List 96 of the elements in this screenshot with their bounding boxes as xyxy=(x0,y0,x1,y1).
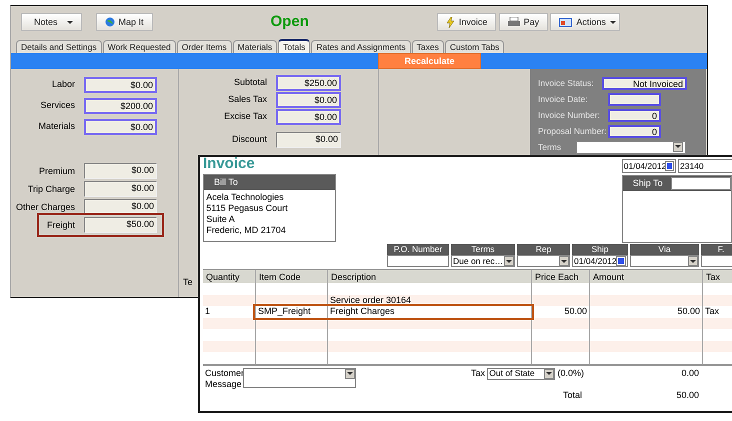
field-label: Proposal Number: xyxy=(538,126,608,136)
field-label: Labor xyxy=(50,79,75,90)
ship-to-field[interactable] xyxy=(670,177,731,190)
column-header: Tax xyxy=(703,270,732,283)
caret-icon xyxy=(546,372,552,375)
tab[interactable]: Materials xyxy=(232,40,278,53)
tab[interactable]: Custom Tabs xyxy=(444,40,504,53)
field-label: Discount xyxy=(230,134,267,145)
field-label: Tax xyxy=(471,368,486,379)
field-label: Premium xyxy=(38,166,75,176)
table-cell: Freight Charges xyxy=(328,306,532,318)
field-label: Materials xyxy=(37,121,75,132)
column-header: Ship xyxy=(572,244,628,255)
dropdown-field[interactable] xyxy=(630,255,699,267)
column-header: Rep xyxy=(517,244,570,255)
tax-dropdown[interactable]: Out of State xyxy=(487,368,556,380)
column-header: Description xyxy=(328,270,532,283)
section-header: Ship To xyxy=(632,177,664,190)
column-header: Via xyxy=(630,244,699,255)
column-header: Amount xyxy=(590,270,703,283)
map-button[interactable]: Map It xyxy=(96,13,153,31)
value-field[interactable]: $0.00 xyxy=(84,181,157,197)
column-header: F. xyxy=(701,244,732,255)
printer-icon xyxy=(508,17,520,27)
tab[interactable]: Work Requested xyxy=(102,40,176,53)
column-header: Terms xyxy=(451,244,515,255)
caret-icon xyxy=(561,260,567,262)
value-field[interactable]: $0.00 xyxy=(276,132,341,148)
column-header: Quantity xyxy=(203,270,256,283)
value-field[interactable]: $50.00 xyxy=(84,217,157,233)
value-field[interactable]: $0.00 xyxy=(276,108,341,124)
input-field[interactable] xyxy=(387,255,449,267)
value-field[interactable]: $0.00 xyxy=(276,92,341,108)
rate-text: (0.0%) xyxy=(558,368,584,379)
tab[interactable]: Taxes xyxy=(412,40,444,53)
actions-button[interactable]: Actions xyxy=(550,13,620,31)
value-field[interactable]: $0.00 xyxy=(84,118,157,134)
caret-icon xyxy=(347,372,353,375)
tab[interactable]: Details and Settings xyxy=(16,40,102,53)
field-label: Invoice Number: xyxy=(538,110,601,120)
dropdown-field[interactable] xyxy=(517,255,570,267)
table-cell: Service order 30164 xyxy=(328,294,532,306)
input-field[interactable] xyxy=(701,255,732,267)
date-field[interactable]: 01/04/2012 xyxy=(572,255,628,267)
value-field[interactable]: Not Invoiced xyxy=(602,76,687,90)
value-field[interactable]: 0 xyxy=(608,124,661,138)
field-label: Trip Charge xyxy=(26,184,75,194)
field-label: Terms xyxy=(538,142,562,152)
field-label: Freight xyxy=(46,220,75,230)
lightning-icon xyxy=(446,16,455,28)
field-label: Invoice Date: xyxy=(538,94,589,104)
caret-icon xyxy=(690,260,696,262)
tab[interactable]: Totals xyxy=(278,38,310,53)
field-label: Services xyxy=(39,100,75,111)
value-field[interactable]: $200.00 xyxy=(84,98,157,114)
field-label: Excise Tax xyxy=(223,111,267,122)
status-text: Open xyxy=(270,13,309,31)
field-label: Subtotal xyxy=(232,77,267,88)
field-label: Total xyxy=(563,390,582,400)
field-label: Sales Tax xyxy=(227,94,267,105)
field-label: Other Charges xyxy=(14,202,75,212)
field-label: Te xyxy=(183,277,193,288)
caret-icon xyxy=(610,20,616,24)
invoice-button[interactable]: Invoice xyxy=(436,13,496,31)
window-icon xyxy=(559,18,572,26)
dropdown-field[interactable]: Due on rec… xyxy=(451,255,515,267)
value-field[interactable]: $0.00 xyxy=(84,163,157,179)
tab[interactable]: Order Items xyxy=(176,40,232,53)
invoice-title: Invoice xyxy=(202,157,256,171)
column-header: Item Code xyxy=(256,270,328,283)
message-dropdown[interactable] xyxy=(243,368,356,388)
column-header: Price Each xyxy=(532,270,590,283)
caret-icon xyxy=(67,20,73,24)
globe-icon xyxy=(104,17,114,27)
date-field[interactable]: 01/04/2012 xyxy=(622,159,676,173)
value-field[interactable]: 0 xyxy=(608,108,661,122)
caret-icon xyxy=(506,260,512,262)
column-header: P.O. Number xyxy=(387,244,449,255)
field-label: Invoice Status: xyxy=(538,78,595,88)
caret-icon xyxy=(675,145,681,148)
field-label: Customer Message xyxy=(205,368,243,391)
address-text: Acela Technologies 5115 Pegasus Court Suite A Frederic, MD 21704 xyxy=(205,191,289,237)
amount-text: 0.00 xyxy=(681,368,699,379)
number-field[interactable]: 23140 xyxy=(678,159,732,173)
calendar-icon xyxy=(666,162,672,170)
value-field[interactable] xyxy=(608,92,661,106)
value-field[interactable]: $250.00 xyxy=(276,74,341,90)
table-cell: SMP_Freight xyxy=(256,306,328,318)
value-field[interactable]: $0.00 xyxy=(84,76,157,92)
total-text: 50.00 xyxy=(676,390,699,400)
terms-dropdown[interactable] xyxy=(576,140,686,154)
pay-button[interactable]: Pay xyxy=(498,13,548,31)
notes-button[interactable]: Notes xyxy=(21,13,82,31)
section-header: Bill To xyxy=(204,175,335,190)
calendar-icon xyxy=(616,257,625,265)
tab[interactable]: Rates and Assignments xyxy=(311,40,411,53)
